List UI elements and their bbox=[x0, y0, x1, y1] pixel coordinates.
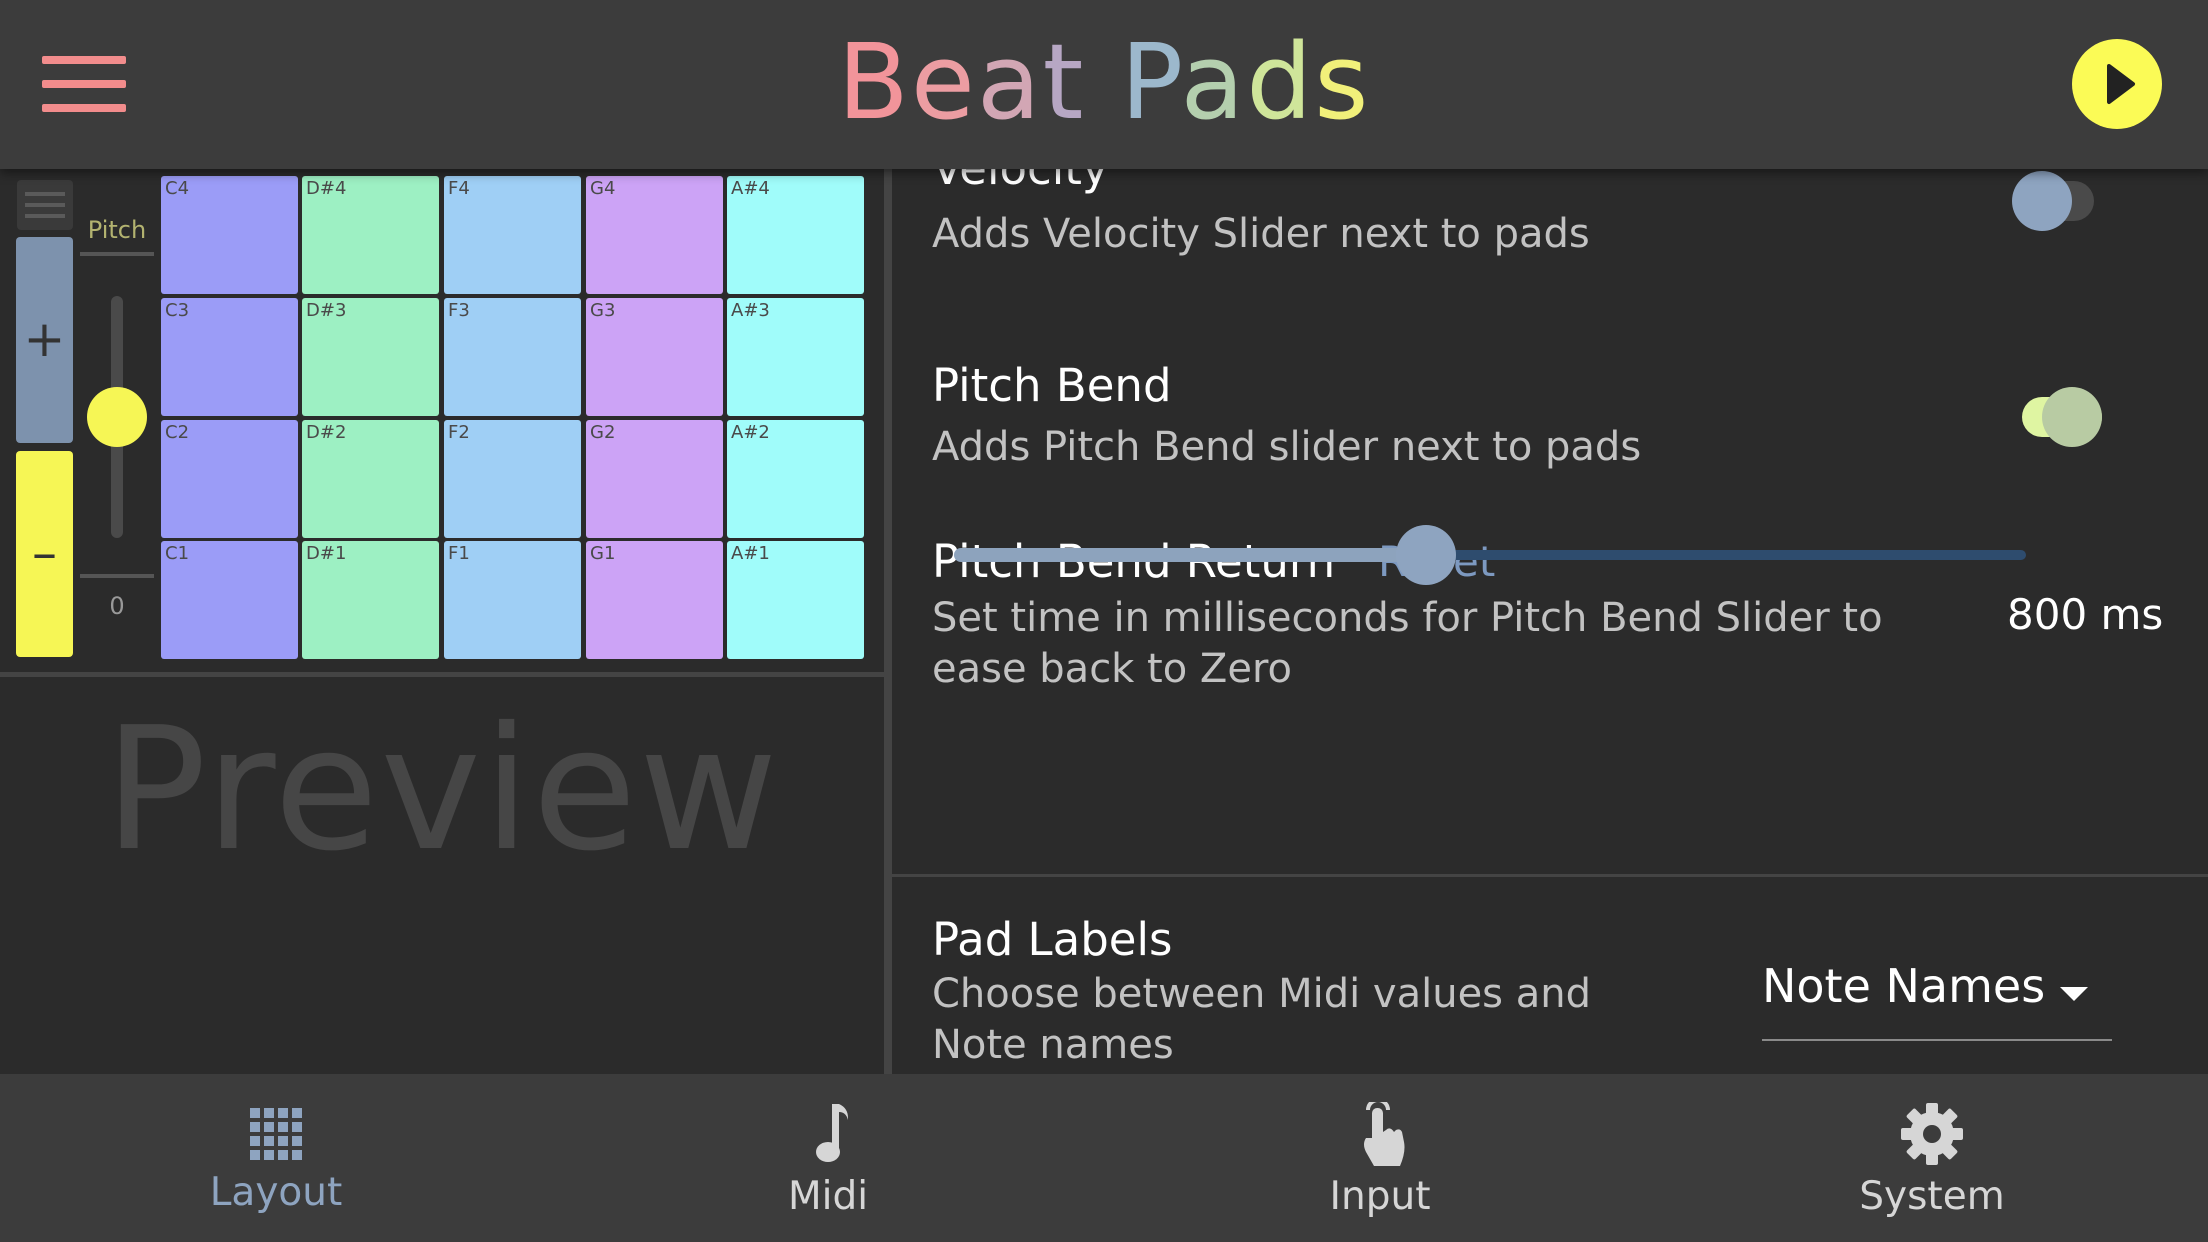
nav-item-layout[interactable]: Layout bbox=[0, 1074, 552, 1242]
pad-labels-title: Pad Labels bbox=[932, 913, 1173, 966]
title-letter: d bbox=[1246, 21, 1315, 143]
pad-label: D#1 bbox=[306, 543, 347, 564]
grid-icon bbox=[250, 1108, 302, 1160]
pitch-divider-top bbox=[80, 252, 154, 256]
velocity-title: Velocity bbox=[932, 169, 1109, 195]
pitch-divider-bottom bbox=[80, 574, 154, 578]
pad[interactable]: G4 bbox=[586, 176, 723, 294]
title-letter: e bbox=[910, 21, 977, 143]
pad[interactable]: D#4 bbox=[302, 176, 439, 294]
pad-label: C1 bbox=[165, 543, 190, 564]
select-underline bbox=[1762, 1039, 2112, 1041]
plus-icon: + bbox=[23, 310, 66, 368]
pad[interactable]: F2 bbox=[444, 420, 581, 538]
pad-label: G3 bbox=[590, 300, 616, 321]
pad-label: A#2 bbox=[731, 422, 770, 443]
velocity-toggle-knob[interactable] bbox=[2012, 171, 2072, 231]
title-letter: s bbox=[1314, 21, 1371, 143]
pitch-label: Pitch bbox=[87, 216, 147, 244]
music-note-icon bbox=[816, 1104, 848, 1162]
pad[interactable]: D#1 bbox=[302, 541, 439, 659]
pad[interactable]: F3 bbox=[444, 298, 581, 416]
pad-label: G4 bbox=[590, 178, 616, 199]
return-slider-thumb[interactable] bbox=[1395, 525, 1456, 585]
minus-icon: – bbox=[32, 524, 57, 582]
play-icon bbox=[2107, 64, 2135, 104]
pad[interactable]: C2 bbox=[161, 420, 298, 538]
preview-watermark: Preview bbox=[104, 691, 780, 889]
title-letter: a bbox=[1180, 21, 1247, 143]
section-separator bbox=[892, 874, 2208, 877]
app-header: Beat Pads bbox=[0, 0, 2208, 169]
title-letter: a bbox=[976, 21, 1043, 143]
pad-labels-select[interactable]: Note Names bbox=[1762, 959, 2045, 1013]
pad[interactable]: A#4 bbox=[727, 176, 864, 294]
pad[interactable]: G3 bbox=[586, 298, 723, 416]
nav-item-midi[interactable]: Midi bbox=[552, 1074, 1104, 1242]
pitch-bend-title: Pitch Bend bbox=[932, 359, 1172, 412]
pad[interactable]: D#3 bbox=[302, 298, 439, 416]
pad-label: F1 bbox=[448, 543, 470, 564]
pad-label: C2 bbox=[165, 422, 190, 443]
octave-up-button[interactable]: + bbox=[16, 237, 73, 443]
pitch-bend-return-description-1: Set time in milliseconds for Pitch Bend … bbox=[932, 595, 1883, 641]
title-letter: P bbox=[1120, 21, 1181, 143]
pad-label: A#3 bbox=[731, 300, 770, 321]
gear-icon bbox=[1901, 1103, 1963, 1165]
pad[interactable]: G1 bbox=[586, 541, 723, 659]
title-letter: t bbox=[1042, 21, 1086, 143]
pad-label: F3 bbox=[448, 300, 470, 321]
pad-labels-description-2: Note names bbox=[932, 1022, 1174, 1068]
pitch-bend-return-description-2: ease back to Zero bbox=[932, 646, 1292, 692]
nav-item-system[interactable]: System bbox=[1656, 1074, 2208, 1242]
return-slider-remaining-track[interactable] bbox=[1425, 550, 2026, 560]
panel-divider bbox=[884, 169, 892, 1074]
preview-menu-icon bbox=[17, 180, 73, 230]
pad-label: A#4 bbox=[731, 178, 770, 199]
pad[interactable]: A#2 bbox=[727, 420, 864, 538]
play-button[interactable] bbox=[2072, 39, 2162, 129]
preview-separator bbox=[0, 672, 884, 677]
pad-labels-description-1: Choose between Midi values and bbox=[932, 971, 1591, 1017]
pad-label: G2 bbox=[590, 422, 616, 443]
pad[interactable]: C3 bbox=[161, 298, 298, 416]
pad-label: A#1 bbox=[731, 543, 770, 564]
pad-label: F4 bbox=[448, 178, 470, 199]
pitch-slider-thumb[interactable] bbox=[87, 387, 147, 447]
pad[interactable]: F1 bbox=[444, 541, 581, 659]
chevron-down-icon[interactable] bbox=[2060, 987, 2088, 1001]
velocity-description: Adds Velocity Slider next to pads bbox=[932, 211, 1590, 257]
title-letter: B bbox=[837, 21, 911, 143]
return-slider-filled-track[interactable] bbox=[954, 548, 1426, 562]
pad-label: D#3 bbox=[306, 300, 347, 321]
pad[interactable]: C1 bbox=[161, 541, 298, 659]
pad-label: G1 bbox=[590, 543, 616, 564]
touch-icon bbox=[1364, 1102, 1405, 1166]
app-title: Beat Pads bbox=[0, 22, 2208, 142]
pad-label: F2 bbox=[448, 422, 470, 443]
pad[interactable]: D#2 bbox=[302, 420, 439, 538]
pad-label: D#4 bbox=[306, 178, 347, 199]
octave-down-button[interactable]: – bbox=[16, 451, 73, 657]
title-letter bbox=[1085, 21, 1120, 143]
pitch-bend-return-value: 800 ms bbox=[2007, 590, 2164, 639]
settings-panel: Velocity Adds Velocity Slider next to pa… bbox=[892, 169, 2208, 1074]
nav-item-input[interactable]: Input bbox=[1104, 1074, 1656, 1242]
pitch-bend-toggle-knob[interactable] bbox=[2042, 387, 2102, 447]
pad-label: D#2 bbox=[306, 422, 347, 443]
pad-label: C3 bbox=[165, 300, 190, 321]
pad[interactable]: F4 bbox=[444, 176, 581, 294]
pitch-bend-description: Adds Pitch Bend slider next to pads bbox=[932, 424, 1642, 470]
nav-label-layout: Layout bbox=[209, 1170, 343, 1215]
nav-label-system: System bbox=[1859, 1174, 2005, 1219]
pad[interactable]: A#3 bbox=[727, 298, 864, 416]
pad[interactable]: C4 bbox=[161, 176, 298, 294]
bottom-nav: Layout Midi Input System bbox=[0, 1074, 2208, 1242]
pad[interactable]: G2 bbox=[586, 420, 723, 538]
nav-label-midi: Midi bbox=[787, 1174, 869, 1219]
pad-label: C4 bbox=[165, 178, 190, 199]
pad[interactable]: A#1 bbox=[727, 541, 864, 659]
nav-label-input: Input bbox=[1329, 1174, 1431, 1219]
pitch-zero-label: 0 bbox=[109, 592, 125, 620]
